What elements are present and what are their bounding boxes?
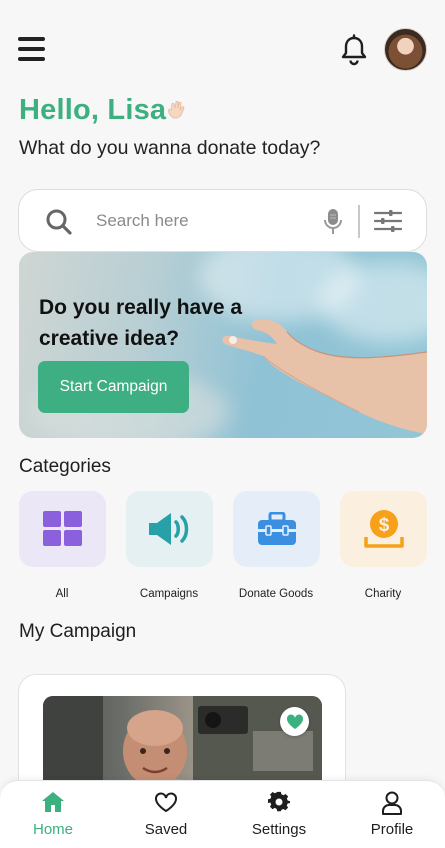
search-divider xyxy=(358,205,360,238)
category-donate-goods[interactable] xyxy=(233,491,320,567)
banner-title: Do you really have a creative idea? xyxy=(39,296,243,350)
microphone-icon[interactable] xyxy=(323,208,343,235)
category-label-charity: Charity xyxy=(364,588,402,600)
favorite-heart-button[interactable] xyxy=(280,707,309,736)
tab-label-profile: Profile xyxy=(370,821,414,838)
svg-text:$: $ xyxy=(378,515,389,536)
tab-label-saved: Saved xyxy=(144,821,188,838)
bottom-tab-bar: Home Saved Settings Profile xyxy=(0,780,445,848)
category-label-campaigns: Campaigns xyxy=(139,588,199,600)
category-label-all: All xyxy=(55,588,69,600)
tab-settings[interactable]: Settings xyxy=(229,781,329,848)
search-input[interactable] xyxy=(96,208,316,234)
heart-filled-icon xyxy=(286,713,303,729)
toolbox-icon xyxy=(257,512,296,545)
tab-label-home: Home xyxy=(32,821,73,838)
category-charity[interactable]: $ xyxy=(340,491,427,567)
category-campaigns[interactable] xyxy=(126,491,213,567)
tab-home[interactable]: Home xyxy=(3,781,103,848)
menu-icon[interactable] xyxy=(18,37,45,61)
top-bar xyxy=(0,0,445,100)
person-icon xyxy=(382,791,402,815)
tab-label-settings: Settings xyxy=(251,821,307,838)
start-campaign-button[interactable]: Start Campaign xyxy=(38,361,189,413)
tab-saved[interactable]: Saved xyxy=(116,781,216,848)
promo-banner: Do you really have a creative idea? Star… xyxy=(19,252,427,438)
grid-icon xyxy=(42,511,82,546)
bell-icon[interactable] xyxy=(339,34,369,66)
categories-title: Categories xyxy=(19,456,111,477)
search-bar xyxy=(18,189,427,252)
gear-icon xyxy=(268,791,290,812)
avatar[interactable] xyxy=(384,28,427,71)
category-all[interactable] xyxy=(19,491,106,567)
search-icon xyxy=(46,209,72,235)
filter-sliders-icon[interactable] xyxy=(374,209,402,233)
greeting-title: Hello, Lisa xyxy=(19,94,167,126)
coin-hand-icon: $ xyxy=(363,510,404,548)
tab-profile[interactable]: Profile xyxy=(342,781,442,848)
heart-icon xyxy=(155,792,177,813)
category-label-donate-goods: Donate Goods xyxy=(238,588,314,600)
waving-hand-icon xyxy=(168,100,185,119)
megaphone-icon xyxy=(148,513,188,545)
my-campaign-title: My Campaign xyxy=(19,621,137,642)
home-icon xyxy=(42,792,64,812)
page-subtitle: What do you wanna donate today? xyxy=(19,137,321,159)
